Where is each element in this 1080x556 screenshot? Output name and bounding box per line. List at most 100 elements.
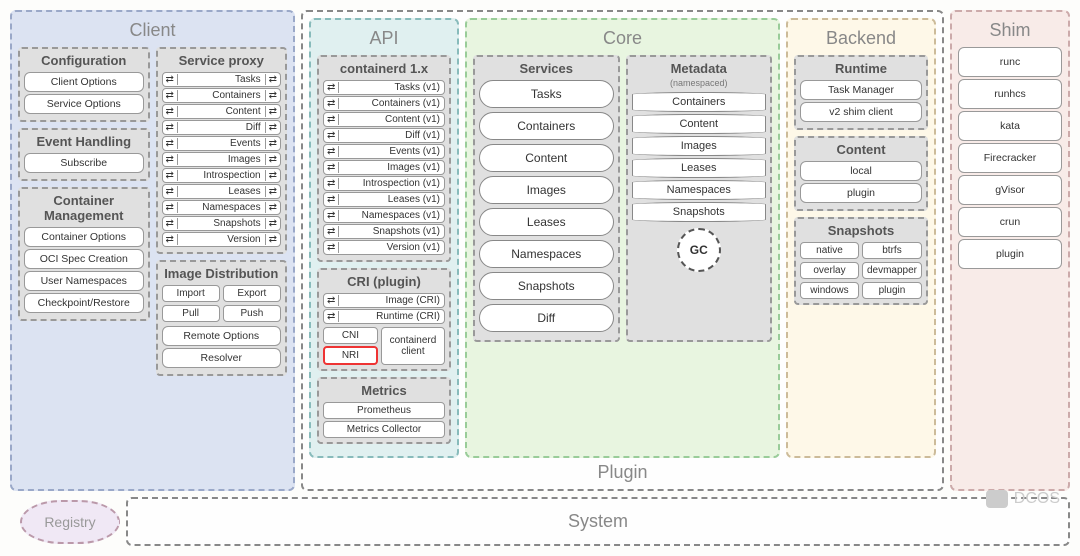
dcos-watermark: DCOS	[986, 490, 1060, 508]
api-content: ⇄Content (v1)	[323, 112, 445, 127]
export-btn: Export	[223, 285, 281, 302]
svc-leases: Leases	[479, 208, 614, 236]
snap-btrfs: btrfs	[862, 242, 922, 259]
api-version: ⇄Version (v1)	[323, 240, 445, 255]
wechat-icon	[986, 490, 1008, 508]
system-region: System	[126, 497, 1070, 546]
api-snapshots: ⇄Snapshots (v1)	[323, 224, 445, 239]
proxy-events: ⇄Events⇄	[162, 136, 282, 151]
md-snapshots: Snapshots	[632, 202, 767, 222]
shim-kata: kata	[958, 111, 1062, 141]
shim-runhcs: runhcs	[958, 79, 1062, 109]
snap-plugin: plugin	[862, 282, 922, 299]
pull-btn: Pull	[162, 305, 220, 322]
api-introspection: ⇄Introspection (v1)	[323, 176, 445, 191]
shim-firecracker: Firecracker	[958, 143, 1062, 173]
core-region: Core Services Tasks Containers Content I…	[465, 18, 780, 458]
shim-gvisor: gVisor	[958, 175, 1062, 205]
snap-windows: windows	[800, 282, 859, 299]
snap-native: native	[800, 242, 859, 259]
checkpoint-restore-btn: Checkpoint/Restore	[24, 293, 144, 313]
service-proxy-box: Service proxy ⇄Tasks⇄ ⇄Containers⇄ ⇄Cont…	[156, 47, 288, 254]
api-tasks: ⇄Tasks (v1)	[323, 80, 445, 95]
proxy-tasks: ⇄Tasks⇄	[162, 72, 282, 87]
metadata-box: Metadata (namespaced) Containers Content…	[626, 55, 773, 342]
shim-crun: crun	[958, 207, 1062, 237]
proxy-diff: ⇄Diff⇄	[162, 120, 282, 135]
push-btn: Push	[223, 305, 281, 322]
proxy-leases: ⇄Leases⇄	[162, 184, 282, 199]
api-region: API containerd 1.x ⇄Tasks (v1) ⇄Containe…	[309, 18, 459, 458]
import-btn: Import	[162, 285, 220, 302]
containerd-1x-box: containerd 1.x ⇄Tasks (v1) ⇄Containers (…	[317, 55, 451, 262]
services-box: Services Tasks Containers Content Images…	[473, 55, 620, 342]
proxy-snapshots: ⇄Snapshots⇄	[162, 216, 282, 231]
configuration-box: Configuration Client Options Service Opt…	[18, 47, 150, 122]
cni-btn: CNI	[323, 327, 378, 344]
api-diff: ⇄Diff (v1)	[323, 128, 445, 143]
client-title: Client	[18, 20, 287, 41]
proxy-content: ⇄Content⇄	[162, 104, 282, 119]
shim-runc: runc	[958, 47, 1062, 77]
image-distribution-box: Image Distribution Import Export Pull Pu…	[156, 260, 288, 376]
metadata-sub: (namespaced)	[632, 78, 767, 88]
snapshots-box: Snapshots native btrfs overlay devmapper…	[794, 217, 928, 305]
svc-namespaces: Namespaces	[479, 240, 614, 268]
cri-image: ⇄Image (CRI)	[323, 293, 445, 308]
client-region: Client Configuration Client Options Serv…	[10, 10, 295, 491]
svc-containers: Containers	[479, 112, 614, 140]
task-manager-btn: Task Manager	[800, 80, 922, 100]
containerd-client-btn: containerd client	[381, 327, 445, 365]
plugin-label: Plugin	[309, 462, 936, 483]
resolver-btn: Resolver	[162, 348, 282, 368]
snap-devmapper: devmapper	[862, 262, 922, 279]
user-namespaces-btn: User Namespaces	[24, 271, 144, 291]
shim-region: Shim runc runhcs kata Firecracker gVisor…	[950, 10, 1070, 491]
plugin-region: API containerd 1.x ⇄Tasks (v1) ⇄Containe…	[301, 10, 944, 491]
client-options-btn: Client Options	[24, 72, 144, 92]
svc-diff: Diff	[479, 304, 614, 332]
md-containers: Containers	[632, 92, 767, 112]
api-events: ⇄Events (v1)	[323, 144, 445, 159]
content-local-btn: local	[800, 161, 922, 181]
svc-content: Content	[479, 144, 614, 172]
prometheus-btn: Prometheus	[323, 402, 445, 419]
container-management-box: Container Management Container Options O…	[18, 187, 150, 321]
proxy-containers: ⇄Containers⇄	[162, 88, 282, 103]
runtime-box: Runtime Task Manager v2 shim client	[794, 55, 928, 130]
proxy-namespaces: ⇄Namespaces⇄	[162, 200, 282, 215]
md-namespaces: Namespaces	[632, 180, 767, 200]
proxy-introspection: ⇄Introspection⇄	[162, 168, 282, 183]
container-options-btn: Container Options	[24, 227, 144, 247]
shim-title: Shim	[958, 20, 1062, 41]
api-title: API	[317, 28, 451, 49]
content-box: Content local plugin	[794, 136, 928, 211]
backend-region: Backend Runtime Task Manager v2 shim cli…	[786, 18, 936, 458]
service-options-btn: Service Options	[24, 94, 144, 114]
api-leases: ⇄Leases (v1)	[323, 192, 445, 207]
svc-tasks: Tasks	[479, 80, 614, 108]
v2-shim-client-btn: v2 shim client	[800, 102, 922, 122]
backend-title: Backend	[794, 28, 928, 49]
proxy-images: ⇄Images⇄	[162, 152, 282, 167]
metrics-collector-btn: Metrics Collector	[323, 421, 445, 438]
remote-options-btn: Remote Options	[162, 326, 282, 346]
core-title: Core	[473, 28, 772, 49]
proxy-version: ⇄Version⇄	[162, 232, 282, 247]
nri-btn-highlighted: NRI	[323, 346, 378, 365]
api-images: ⇄Images (v1)	[323, 160, 445, 175]
metrics-box: Metrics Prometheus Metrics Collector	[317, 377, 451, 444]
snap-overlay: overlay	[800, 262, 859, 279]
svc-snapshots: Snapshots	[479, 272, 614, 300]
content-plugin-btn: plugin	[800, 183, 922, 203]
md-content: Content	[632, 114, 767, 134]
oci-spec-btn: OCI Spec Creation	[24, 249, 144, 269]
event-handling-box: Event Handling Subscribe	[18, 128, 150, 181]
md-leases: Leases	[632, 158, 767, 178]
cri-plugin-box: CRI (plugin) ⇄Image (CRI) ⇄Runtime (CRI)…	[317, 268, 451, 371]
gc-circle: GC	[677, 228, 721, 272]
registry-cloud: Registry	[20, 500, 120, 544]
md-images: Images	[632, 136, 767, 156]
svc-images: Images	[479, 176, 614, 204]
shim-plugin: plugin	[958, 239, 1062, 269]
